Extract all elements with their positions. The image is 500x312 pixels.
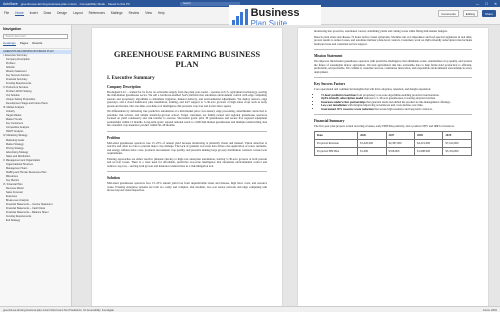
- problem-heading: Problem: [107, 135, 121, 140]
- ribbon-tab-draw[interactable]: Draw: [44, 11, 51, 16]
- ribbon-tab-design[interactable]: Design: [57, 11, 67, 16]
- status-bar: greenhouse-farming-business-plan-1.docx …: [0, 306, 500, 312]
- ribbon-tab-file[interactable]: File: [4, 11, 9, 16]
- minimize-icon[interactable]: —: [476, 2, 479, 6]
- table-cell: $3,350,000: [442, 146, 472, 156]
- document-title-heading: GREENHOUSE FARMING BUSINESS PLAN: [113, 49, 261, 69]
- navigation-title: Navigation: [3, 27, 22, 31]
- table-header-cell: 2029: [442, 130, 472, 140]
- navigation-search-input[interactable]: Search document: [3, 34, 68, 39]
- section-heading: I. Executive Summary: [107, 75, 155, 81]
- paragraph: monitoring into proactive, automated con…: [314, 29, 448, 33]
- table-row: Projected Revenue $1,020,000 $2,387,000 $4,…: [313, 138, 472, 148]
- divider: [314, 49, 472, 50]
- financial-summary-heading: Financial Summary: [314, 119, 345, 123]
- paragraph: Mid-sized greenhouse operators lose 15–2…: [107, 140, 267, 156]
- table-header-cell: Rate: [313, 130, 359, 140]
- solution-heading: Solution: [107, 176, 120, 181]
- divider: [107, 130, 267, 132]
- close-icon[interactable]: ✕: [494, 2, 497, 6]
- key-success-factors-heading: Key Success Factors: [314, 82, 346, 86]
- table-cell: $4,219,000: [414, 138, 444, 148]
- nav-tab-headings[interactable]: Headings: [3, 41, 16, 46]
- table-cell: Projected EBITDA: [313, 146, 359, 156]
- ribbon-tab-view[interactable]: View: [145, 11, 152, 16]
- paragraph: The five-year plan projects scaled recur…: [314, 124, 455, 128]
- ribbon-tab-review[interactable]: Review: [129, 11, 139, 16]
- ribbon-tab-home[interactable]: Home: [15, 11, 24, 16]
- logo-line-1: Business: [250, 7, 300, 20]
- table-cell: $2,387,000: [385, 138, 416, 148]
- nav-heading-item[interactable]: Exit Strategy: [0, 219, 71, 223]
- paragraph: Bootlegnad LLC – named for its focus on …: [107, 89, 267, 108]
- zoom-level[interactable]: Focus 100%: [483, 309, 497, 312]
- document-title: greenhouse-farming-business-plan-1.docx …: [20, 1, 131, 6]
- list-item: Guaranteed 10% resource waste reduction …: [321, 107, 472, 112]
- table-header-cell: 2027: [385, 130, 416, 140]
- paragraph: Core operational and commercial strength…: [314, 87, 431, 91]
- table-cell: $7,162,000: [442, 138, 472, 148]
- ribbon-tab-layout[interactable]: Layout: [73, 11, 83, 16]
- comments-button[interactable]: Comments: [438, 10, 459, 17]
- paragraph: We empower mid-market greenhouse operato…: [314, 59, 472, 74]
- paragraph: We differentiate by delivering true pred…: [107, 109, 267, 128]
- status-left: greenhouse-farming-business-plan-1.docx …: [3, 308, 114, 312]
- maximize-icon[interactable]: ☐: [485, 2, 488, 6]
- ribbon-tab-help[interactable]: Help: [158, 11, 165, 16]
- table-header-cell: 2028: [414, 130, 444, 140]
- key-success-factors-list: 72-hour predictive lead time from propri…: [314, 93, 472, 112]
- table-cell: $1,000: [357, 146, 387, 156]
- share-button[interactable]: Share: [481, 10, 496, 17]
- headings-list: GREENHOUSE FARMING BUSINESS PLAN I. Execu…: [0, 49, 71, 224]
- table-cell: $1,688,000: [414, 146, 444, 156]
- window-controls: — ☐ ✕: [476, 0, 497, 7]
- nav-tab-pages[interactable]: Pages: [20, 41, 29, 46]
- document-area[interactable]: GREENHOUSE FARMING BUSINESS PLAN I. Exec…: [72, 25, 500, 306]
- page-2: monitoring into proactive, automated con…: [298, 28, 488, 306]
- table-cell: Projected Revenue: [313, 138, 359, 148]
- table-header-cell: 2026: [357, 130, 387, 140]
- table-row: Projected EBITDA $1,000 $358,000 $1,688,000…: [313, 146, 472, 156]
- divider: [314, 114, 472, 115]
- paragraph: Mid-sized greenhouse operators face 15–2…: [107, 181, 267, 193]
- ribbon-tab-references[interactable]: References: [89, 11, 105, 16]
- editing-mode-button[interactable]: Editing: [462, 10, 478, 17]
- ribbon-tab-insert[interactable]: Insert: [30, 11, 38, 16]
- mission-statement-heading: Mission Statement: [314, 54, 343, 58]
- ribbon-actions: Comments Editing Share: [438, 10, 496, 17]
- table-cell: $1,020,000: [357, 138, 387, 148]
- page-1: GREENHOUSE FARMING BUSINESS PLAN I. Exec…: [92, 28, 282, 306]
- company-description-heading: Company Description: [107, 84, 141, 89]
- navigation-pane: Navigation Search document Headings Pages…: [0, 25, 72, 306]
- paragraph: Detects plant stress and disease 72 hour…: [314, 34, 472, 46]
- divider: [314, 77, 472, 78]
- autosave-toggle[interactable]: AutoSave: [3, 2, 18, 6]
- divider: [107, 171, 267, 173]
- table-cell: $358,000: [385, 146, 416, 156]
- financial-summary-table: Rate 2026 2027 2028 2029 Projected Revenue $1…: [313, 130, 472, 156]
- ribbon-tab-mailings[interactable]: Mailings: [111, 11, 123, 16]
- paragraph: Existing approaches are either reactive …: [107, 156, 267, 168]
- navigation-tabs: Headings Pages Results: [0, 41, 71, 49]
- nav-tab-results[interactable]: Results: [32, 41, 42, 46]
